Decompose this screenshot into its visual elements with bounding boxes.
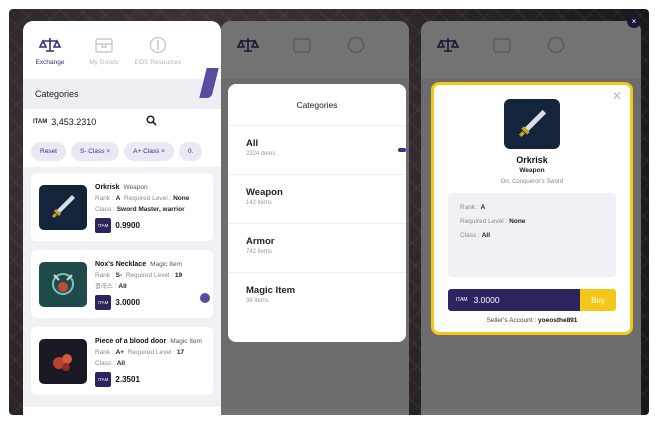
filter-chips: Reset S- Class × A+ Class × 0.	[23, 135, 221, 167]
chest-icon	[77, 33, 131, 57]
filter-chip-a-plus-class[interactable]: A+ Class ×	[124, 141, 174, 161]
category-option-weapon[interactable]: Weapon 142 items	[228, 175, 406, 224]
balance-row: ITAM 3,453.2310	[23, 109, 221, 135]
buy-button[interactable]: Buy	[580, 289, 616, 311]
categories-popup: Categories All 2324 items Weapon 142 ite…	[228, 84, 406, 342]
categories-dropdown[interactable]: Categories	[23, 79, 221, 109]
popup-title: Categories	[228, 84, 406, 126]
coin-icon	[131, 33, 185, 57]
list-item[interactable]: Nox's Necklace Magic Item Rank : S- Requi…	[31, 250, 213, 318]
filter-chip-more[interactable]: 0.	[178, 141, 203, 161]
category-option-magic-item[interactable]: Magic Item 36 items	[228, 273, 406, 322]
sword-icon	[39, 184, 87, 230]
seller-account: Seller's Account : yoeosthe891	[486, 317, 578, 324]
buy-row: ITAM 3.0000 Buy	[448, 289, 616, 311]
item-type: Weapon	[519, 167, 545, 174]
category-option-armor[interactable]: Armor 742 items	[228, 224, 406, 273]
item-origin: On, Conqueror's Sword	[500, 179, 564, 185]
status-dot	[200, 293, 210, 303]
scale-icon	[23, 33, 77, 57]
close-icon[interactable]: ✕	[612, 89, 622, 103]
tab-eos-resources[interactable]: EOS Resources	[131, 33, 185, 66]
item-stats: Rank : A Required Level : None Class : A…	[448, 193, 616, 277]
item-list: Orkrisk Weapon Rank : A Required Level : …	[23, 167, 221, 407]
price-field: ITAM 3.0000	[448, 289, 580, 311]
tab-exchange[interactable]: Exchange	[23, 33, 77, 66]
reset-chip[interactable]: Reset	[31, 141, 66, 161]
close-button[interactable]: ×	[627, 14, 641, 28]
list-item[interactable]: Piece of a blood door Magic Item Rank : A…	[31, 327, 213, 395]
filter-chip-s-class[interactable]: S- Class ×	[70, 141, 120, 161]
item-name: Orkrisk	[516, 155, 548, 165]
category-option-all[interactable]: All 2324 items	[228, 126, 406, 175]
item-detail-modal: ✕ Orkrisk Weapon On, Conqueror's Sword R…	[431, 82, 633, 335]
necklace-icon	[39, 261, 87, 307]
tab-bar: Exchange My Goods EOS Resources	[23, 21, 221, 79]
list-item[interactable]: Orkrisk Weapon Rank : A Required Level : …	[31, 173, 213, 241]
search-icon[interactable]	[146, 115, 157, 129]
selected-indicator	[398, 148, 406, 152]
blood-stone-icon	[39, 338, 87, 384]
sword-icon	[504, 99, 560, 149]
exchange-panel: Exchange My Goods EOS Resources Categori…	[23, 21, 221, 415]
tab-my-goods[interactable]: My Goods	[77, 33, 131, 66]
